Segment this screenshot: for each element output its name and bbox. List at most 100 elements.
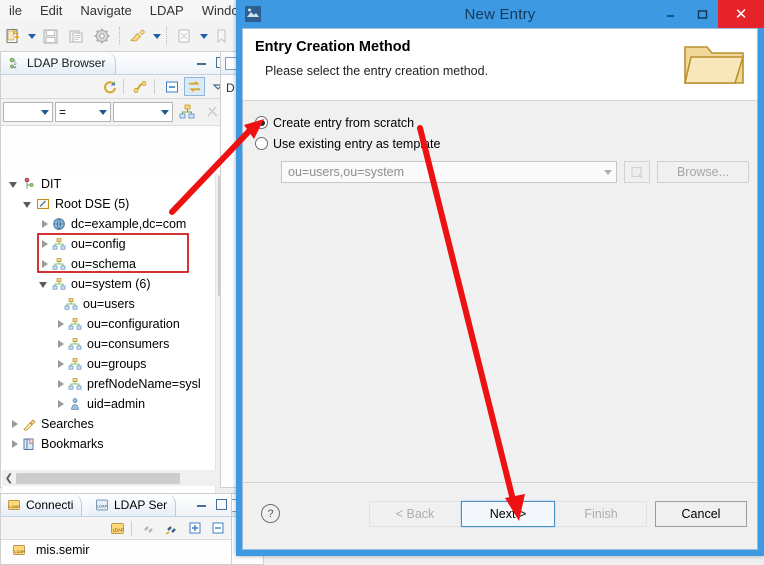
unfold-icon[interactable] (130, 77, 151, 96)
tree-row-label: ou=config (71, 237, 126, 251)
minimize-icon[interactable] (196, 56, 208, 68)
twisty-icon[interactable] (8, 438, 21, 451)
collapse-all-icon[interactable] (161, 77, 182, 96)
radio-use-existing-entry[interactable]: Use existing entry as template (243, 133, 757, 154)
tab-connections[interactable]: LDAP Connecti (1, 494, 83, 516)
maximize-icon[interactable] (686, 0, 718, 28)
minimize-icon[interactable] (196, 498, 208, 510)
template-entry-row: ou=users,ou=system Browse... (243, 161, 757, 183)
maximize-icon[interactable] (215, 498, 227, 510)
toolbar-separator (119, 27, 121, 45)
connections-toolbar: LDAP (1, 517, 231, 540)
minimize-icon[interactable] (654, 0, 686, 28)
chevron-down-icon (604, 169, 612, 175)
link-with-editor-icon[interactable] (184, 77, 205, 96)
radio-button-icon[interactable] (255, 137, 268, 150)
tree-row[interactable]: ou=config (2, 234, 218, 254)
filter-operator-combo[interactable]: = (55, 102, 111, 122)
filter-attribute-combo[interactable] (3, 102, 53, 122)
org-unit-icon (67, 356, 83, 372)
dit-tree[interactable]: DIT Root DSE (5) dc=example,dc=com ou=co… (2, 174, 218, 519)
menu-item-file[interactable]: ile (0, 3, 31, 18)
org-unit-icon (51, 256, 67, 272)
twisty-icon[interactable] (54, 398, 67, 411)
view-toolbar-separator (131, 520, 133, 536)
paste-ldif-icon[interactable] (126, 24, 150, 48)
ldap-browser-view: L D A LDAP Browser = DIT Root DSE (5) dc… (0, 51, 232, 519)
tree-row[interactable]: ou=users (2, 294, 218, 314)
menu-item-navigate[interactable]: Navigate (71, 3, 140, 18)
tree-row[interactable]: ou=configuration (2, 314, 218, 334)
twisty-icon[interactable] (22, 198, 35, 211)
connection-list-item[interactable]: LDAP mis.semir (1, 540, 231, 560)
tab-ldap-servers[interactable]: LDAP LDAP Ser (89, 494, 177, 516)
refresh-icon[interactable] (99, 77, 120, 96)
properties-gear-icon (90, 24, 114, 48)
dit-icon (21, 176, 37, 192)
browse-button: Browse... (657, 161, 749, 183)
filter-value-combo[interactable] (113, 102, 173, 122)
twisty-icon[interactable] (54, 358, 67, 371)
next-button[interactable]: Next > (460, 500, 556, 528)
ldap-browser-icon: L D A (7, 55, 23, 71)
bottom-view-tab-buttons (196, 498, 227, 510)
tab-ldap-browser[interactable]: L D A LDAP Browser (1, 52, 117, 74)
tree-row-label: DIT (41, 177, 62, 191)
globe-icon (51, 216, 67, 232)
radio-create-from-scratch[interactable]: Create entry from scratch (243, 112, 757, 133)
tree-row[interactable]: uid=admin (2, 394, 218, 414)
tree-row-label: ou=groups (87, 357, 147, 371)
twisty-icon[interactable] (38, 258, 51, 271)
org-unit-icon (67, 336, 83, 352)
new-entry-icon[interactable] (1, 24, 25, 48)
help-icon[interactable]: ? (261, 504, 280, 523)
quick-filter-icon[interactable] (175, 102, 199, 123)
twisty-icon[interactable] (54, 318, 67, 331)
org-unit-icon (51, 236, 67, 252)
expand-icon[interactable] (184, 519, 205, 538)
tree-row[interactable]: Bookmarks (2, 434, 218, 454)
tree-row-label: Searches (41, 417, 94, 431)
tree-row[interactable]: dc=example,dc=com (2, 214, 218, 234)
search-dropdown-caret-icon[interactable] (198, 25, 209, 47)
save-all-icon (64, 24, 88, 48)
radio-button-icon[interactable] (255, 116, 268, 129)
tree-row-label: Root DSE (5) (55, 197, 130, 211)
tree-row-label: prefNodeName=sysl (87, 377, 201, 391)
twisty-icon[interactable] (54, 378, 67, 391)
twisty-icon[interactable] (54, 338, 67, 351)
menu-item-ldap[interactable]: LDAP (141, 3, 193, 18)
twisty-icon[interactable] (8, 178, 21, 191)
tree-row[interactable]: prefNodeName=sysl (2, 374, 218, 394)
twisty-icon[interactable] (38, 218, 51, 231)
tree-row[interactable]: Root DSE (5) (2, 194, 218, 214)
connect-icon[interactable] (161, 519, 182, 538)
disconnect-icon (138, 519, 159, 538)
tree-row[interactable]: ou=schema (2, 254, 218, 274)
dialog-button-row: < Back Next > Finish Cancel (369, 500, 747, 528)
tree-row[interactable]: ou=groups (2, 354, 218, 374)
collapse-icon[interactable] (207, 519, 228, 538)
cancel-button[interactable]: Cancel (655, 501, 747, 527)
view-toolbar-separator (154, 79, 156, 94)
new-entry-dropdown-caret-icon[interactable] (26, 25, 37, 47)
scroll-left-arrow-icon[interactable]: ❮ (2, 471, 16, 485)
scrollbar-thumb[interactable] (16, 472, 180, 484)
tree-row[interactable]: Searches (2, 414, 218, 434)
twisty-icon[interactable] (38, 278, 51, 291)
close-icon[interactable]: ✕ (718, 0, 764, 28)
dialog-titlebar[interactable]: New Entry ✕ (236, 0, 764, 28)
paste-dropdown-caret-icon[interactable] (151, 25, 162, 47)
tree-row[interactable]: ou=system (6) (2, 274, 218, 294)
tree-row[interactable]: ou=consumers (2, 334, 218, 354)
menu-item-edit[interactable]: Edit (31, 3, 71, 18)
svg-text:LDAP: LDAP (97, 505, 107, 509)
tree-horizontal-scrollbar[interactable]: ❮ ❯ (2, 470, 231, 486)
org-unit-icon (67, 376, 83, 392)
tree-row-label: dc=example,dc=com (71, 217, 187, 231)
tree-row[interactable]: DIT (2, 174, 218, 194)
new-connection-icon[interactable]: LDAP (107, 519, 128, 538)
twisty-icon[interactable] (38, 238, 51, 251)
template-entry-combo[interactable]: ou=users,ou=system (281, 161, 617, 183)
twisty-icon[interactable] (8, 418, 21, 431)
